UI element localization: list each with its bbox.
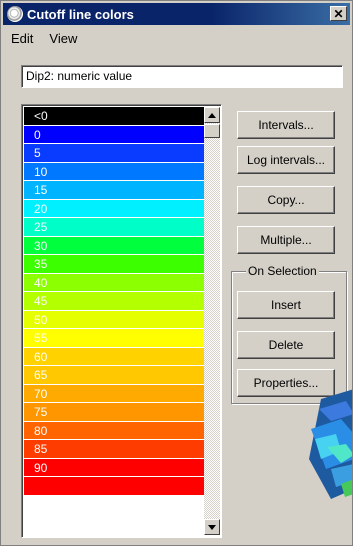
globe-icon xyxy=(7,6,23,22)
color-row[interactable] xyxy=(24,495,204,514)
color-row[interactable] xyxy=(24,477,204,496)
background-globe-image xyxy=(301,389,352,529)
delete-button[interactable]: Delete xyxy=(237,331,335,359)
vertical-scrollbar[interactable] xyxy=(204,107,220,535)
color-row[interactable]: 85 xyxy=(24,440,204,459)
scroll-thumb[interactable] xyxy=(204,124,220,138)
color-row[interactable]: 90 xyxy=(24,458,204,477)
color-row[interactable]: 65 xyxy=(24,366,204,385)
color-list[interactable]: <0 0 5 10 15 20 25 30 35 40 45 50 55 60 65 70 75 80 85 90 xyxy=(24,107,204,535)
window-title: Cutoff line colors xyxy=(27,6,134,22)
cutoff-colors-window: Cutoff line colors ✕ Edit View Dip2: num… xyxy=(0,0,353,546)
color-row[interactable]: 55 xyxy=(24,329,204,348)
color-row[interactable]: 0 xyxy=(24,125,204,144)
color-row[interactable]: 80 xyxy=(24,421,204,440)
color-row[interactable]: 20 xyxy=(24,199,204,218)
menu-edit[interactable]: Edit xyxy=(3,27,41,47)
color-row[interactable]: 5 xyxy=(24,144,204,163)
copy-button[interactable]: Copy... xyxy=(237,186,335,214)
color-list-box: <0 0 5 10 15 20 25 30 35 40 45 50 55 60 65 70 75 80 85 90 xyxy=(21,104,222,538)
color-row[interactable]: 50 xyxy=(24,310,204,329)
arrow-down-icon xyxy=(208,524,216,530)
color-row[interactable]: 25 xyxy=(24,218,204,237)
on-selection-label: On Selection xyxy=(246,264,319,278)
color-row[interactable]: 60 xyxy=(24,347,204,366)
title-bar[interactable]: Cutoff line colors ✕ xyxy=(3,3,350,25)
scroll-up-button[interactable] xyxy=(204,107,220,123)
arrow-up-icon xyxy=(208,112,216,118)
color-row[interactable]: 35 xyxy=(24,255,204,274)
menu-view[interactable]: View xyxy=(41,27,85,47)
intervals-button[interactable]: Intervals... xyxy=(237,111,335,139)
multiple-button[interactable]: Multiple... xyxy=(237,226,335,254)
log-intervals-button[interactable]: Log intervals... xyxy=(237,146,335,174)
color-row[interactable]: 40 xyxy=(24,273,204,292)
color-row[interactable]: 15 xyxy=(24,181,204,200)
color-row[interactable]: 70 xyxy=(24,384,204,403)
menu-bar: Edit View xyxy=(3,27,85,47)
color-row[interactable]: <0 xyxy=(24,107,204,126)
color-row[interactable]: 45 xyxy=(24,292,204,311)
insert-button[interactable]: Insert xyxy=(237,291,335,319)
color-row[interactable]: 10 xyxy=(24,162,204,181)
color-row[interactable]: 30 xyxy=(24,236,204,255)
value-field[interactable]: Dip2: numeric value xyxy=(21,65,343,88)
scroll-down-button[interactable] xyxy=(204,519,220,535)
close-button[interactable]: ✕ xyxy=(330,6,347,21)
color-row[interactable]: 75 xyxy=(24,403,204,422)
